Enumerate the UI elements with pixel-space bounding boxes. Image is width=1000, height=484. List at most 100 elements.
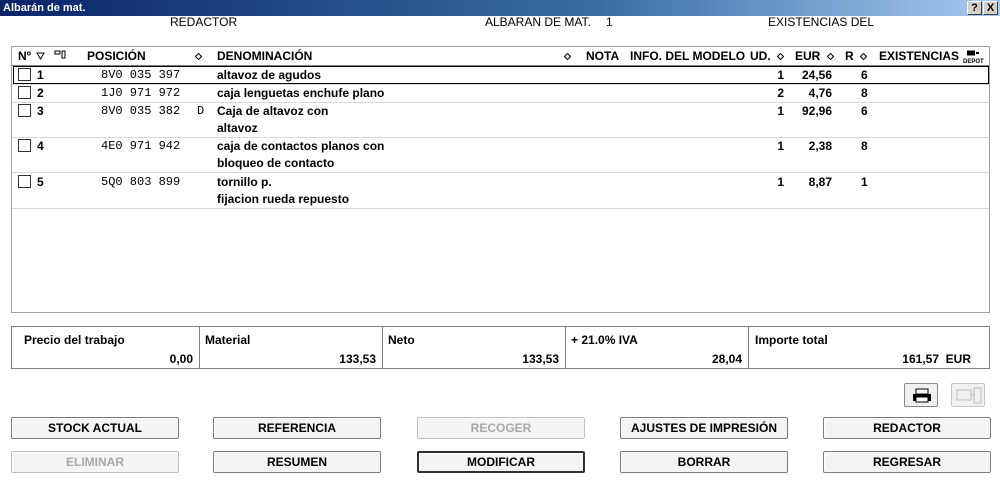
items-table: Nº POSICIÓN DENOMINACIÓN NOTA INFO. DEL … [11,46,990,313]
close-button[interactable]: X [983,1,998,15]
row-r: 6 [861,104,868,118]
stock-actual-button[interactable]: STOCK ACTUAL [11,417,179,439]
depot-icon [967,50,980,56]
sort-diamond-icon [859,52,868,61]
row-divider [12,84,989,85]
row-no: 4 [37,139,44,153]
totals-importe: Importe total 161,57 EUR [749,327,989,368]
row-divider [12,137,989,138]
row-divider [12,172,989,173]
sort-diamond-icon [826,52,834,61]
row-ud: 1 [777,175,784,189]
eliminar-button[interactable]: ELIMINAR [11,451,179,473]
col-info-modelo[interactable]: INFO. DEL MODELO [630,47,745,65]
ajustes-impresion-button[interactable]: AJUSTES DE IMPRESIÓN [620,417,788,439]
modificar-button[interactable]: MODIFICAR [417,451,585,473]
totals-material: Material 133,53 [200,327,383,368]
albaran-label: ALBARAN DE MAT. [485,15,591,29]
sort-diamond-icon[interactable] [563,47,572,65]
row-checkbox[interactable] [18,68,31,81]
row-ud: 1 [777,139,784,153]
redactor-button[interactable]: REDACTOR [823,417,991,439]
total-label: Importe total [755,333,828,347]
row-denominacion: caja lenguetas enchufe plano [217,86,385,100]
iva-label: + 21.0% IVA [571,333,638,347]
trabajo-label: Precio del trabajo [24,333,125,347]
totals-panel: Precio del trabajo 0,00 Material 133,53 … [11,326,990,369]
material-value: 133,53 [339,352,376,366]
row-denominacion: caja de contactos planos con [217,139,385,153]
device-button[interactable] [951,383,985,407]
trabajo-value: 0,00 [169,352,193,366]
row-eur: 24,56 [801,68,832,82]
print-button[interactable] [904,383,938,407]
col-existencias[interactable]: EXISTENCIAS [879,47,959,65]
row-checkbox[interactable] [18,175,31,188]
sort-down-icon [36,52,46,60]
col-denominacion[interactable]: DENOMINACIÓN [217,47,312,65]
row-denominacion-cont: altavoz [217,121,258,135]
filter-icon [54,50,66,59]
printer-icon [913,388,931,403]
row-checkbox[interactable] [18,139,31,152]
iva-value: 28,04 [711,352,742,366]
col-ud-label: UD. [750,49,771,63]
col-eur-label: EUR [795,49,821,63]
material-label: Material [205,333,251,347]
row-no: 3 [37,104,44,118]
totals-iva: + 21.0% IVA 28,04 [566,327,749,368]
row-checkbox[interactable] [18,86,31,99]
row-eur: 92,96 [801,104,832,118]
row-divider [12,102,989,103]
row-divider [12,208,989,209]
col-eur[interactable]: EUR [795,47,834,65]
col-flags[interactable] [54,47,68,65]
col-no[interactable]: Nº [18,47,46,65]
row-posicion: 4E0 971 942 [101,139,181,153]
col-posicion[interactable]: POSICIÓN [87,47,146,65]
row-r: 1 [861,175,868,189]
row-denominacion: tornillo p. [217,175,272,189]
row-checkbox[interactable] [18,104,31,117]
currency-label: EUR [945,352,971,366]
redactor-header: REDACTOR [170,15,238,29]
row-eur: 8,87 [808,175,832,189]
row-denominacion: Caja de altavoz con [217,104,329,118]
row-no: 5 [37,175,44,189]
borrar-button[interactable]: BORRAR [620,451,788,473]
row-no: 1 [37,68,44,82]
col-no-label: Nº [18,49,32,63]
referencia-button[interactable]: REFERENCIA [213,417,381,439]
row-flag: D [197,104,205,118]
albaran-number: 1 [606,15,613,29]
recoger-button[interactable]: RECOGER [417,417,585,439]
row-r: 8 [861,86,868,100]
row-denominacion-cont: bloqueo de contacto [217,156,335,170]
regresar-button[interactable]: REGRESAR [823,451,991,473]
row-denominacion: altavoz de agudos [217,68,322,82]
total-value: 161,57 [902,352,939,366]
col-nota[interactable]: NOTA [586,47,619,65]
row-posicion: 1J0 971 972 [101,86,181,100]
row-r: 8 [861,139,868,153]
row-denominacion-cont: fijacion rueda repuesto [217,192,350,206]
sort-diamond-icon[interactable] [194,47,203,65]
col-r-label: R [845,49,854,63]
device-icon [956,387,982,404]
row-posicion: 8V0 035 397 [101,68,181,82]
row-eur: 4,76 [808,86,832,100]
row-ud: 2 [777,86,784,100]
col-r[interactable]: R [845,47,868,65]
row-ud: 1 [777,104,784,118]
window-title: Albarán de mat. [3,2,86,14]
row-no: 2 [37,86,44,100]
col-ud[interactable]: UD. [750,47,785,65]
resumen-button[interactable]: RESUMEN [213,451,381,473]
totals-trabajo: Precio del trabajo 0,00 [12,327,200,368]
row-r: 6 [861,68,868,82]
neto-label: Neto [388,333,415,347]
window-titlebar: Albarán de mat. [0,0,1000,16]
row-posicion: 8V0 035 382 [101,104,181,118]
help-button[interactable]: ? [967,1,982,15]
row-ud: 1 [777,68,784,82]
